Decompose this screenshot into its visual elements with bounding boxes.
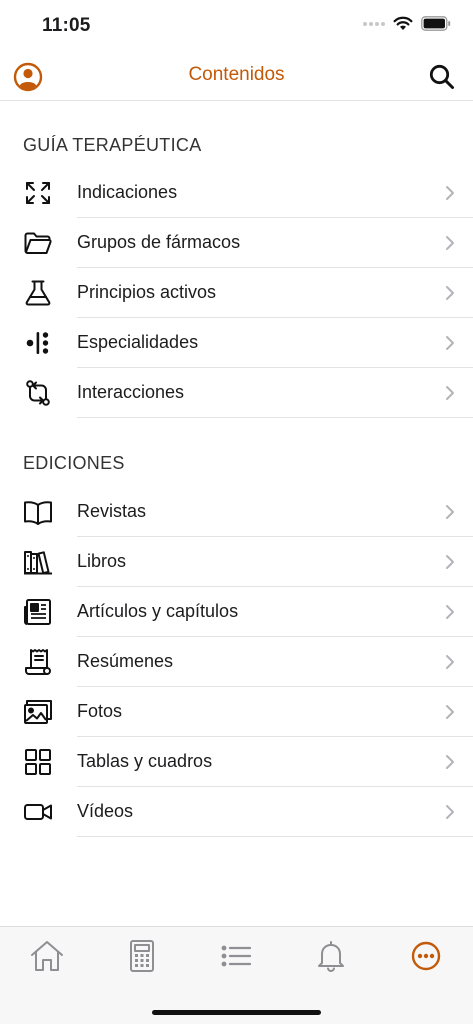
chevron-right-icon <box>446 755 454 769</box>
list-icon[interactable] <box>218 939 254 973</box>
list-item-label: Grupos de fármacos <box>77 232 241 252</box>
row-separator <box>77 836 473 837</box>
content-list: GUÍA TERAPÉUTICA Indicaciones Grupos de … <box>0 101 473 837</box>
more-icon[interactable] <box>408 939 444 973</box>
bell-icon[interactable] <box>313 939 349 973</box>
cellular-signal-icon <box>363 21 385 26</box>
list-item-label: Tablas y cuadros <box>77 751 213 771</box>
list-item-interacciones[interactable]: Interacciones <box>0 368 473 418</box>
chevron-right-icon <box>446 655 454 669</box>
section-header-ediciones: EDICIONES <box>23 453 125 473</box>
home-icon[interactable] <box>29 939 65 973</box>
list-item-label: Indicaciones <box>77 182 178 202</box>
newspaper-icon <box>24 599 51 625</box>
scroll-icon <box>25 649 51 675</box>
video-camera-icon <box>24 804 52 820</box>
list-item-label: Resúmenes <box>77 651 174 671</box>
chevron-right-icon <box>446 555 454 569</box>
chevron-right-icon <box>446 186 454 200</box>
flask-icon <box>25 280 51 306</box>
chevron-right-icon <box>446 286 454 300</box>
list-item-label: Libros <box>77 551 127 571</box>
calculator-icon[interactable] <box>124 939 160 973</box>
pills-dots-icon <box>26 332 49 354</box>
list-item-label: Fotos <box>77 701 123 721</box>
list-item-libros[interactable]: Libros <box>0 537 473 587</box>
interactions-icon <box>26 380 50 406</box>
list-item-label: Principios activos <box>77 282 217 302</box>
list-item-revistas[interactable]: Revistas <box>0 487 473 537</box>
chevron-right-icon <box>446 705 454 719</box>
status-time: 11:05 <box>42 15 91 36</box>
books-icon <box>24 551 52 575</box>
search-icon[interactable] <box>427 62 457 92</box>
photos-icon <box>24 700 52 724</box>
list-item-especialidades[interactable]: Especialidades <box>0 318 473 368</box>
list-item-principios-activos[interactable]: Principios activos <box>0 268 473 318</box>
list-item-videos[interactable]: Vídeos <box>0 787 473 837</box>
row-separator <box>77 417 473 418</box>
chevron-right-icon <box>446 505 454 519</box>
battery-icon <box>421 16 451 31</box>
list-item-grupos-farmacos[interactable]: Grupos de fármacos <box>0 218 473 268</box>
list-item-label: Interacciones <box>77 382 185 402</box>
chevron-right-icon <box>446 605 454 619</box>
open-book-icon <box>24 501 52 525</box>
section-header-guia-terapeutica: GUÍA TERAPÉUTICA <box>23 135 202 155</box>
status-icons <box>363 16 451 31</box>
list-item-indicaciones[interactable]: Indicaciones <box>0 168 473 218</box>
chevron-right-icon <box>446 805 454 819</box>
folder-icon <box>24 232 52 254</box>
list-item-label: Artículos y capítulos <box>77 601 239 621</box>
home-indicator <box>152 1010 321 1015</box>
chevron-right-icon <box>446 336 454 350</box>
navigation-bar: Contenidos <box>0 52 473 101</box>
list-guia-terapeutica: Indicaciones Grupos de fármacos Principi… <box>0 168 473 418</box>
status-bar: 11:05 <box>0 0 473 52</box>
page-title: Contenidos <box>188 64 285 85</box>
chevron-right-icon <box>446 386 454 400</box>
list-ediciones: Revistas Libros Artículos y capítulos Re… <box>0 487 473 837</box>
list-item-label: Especialidades <box>77 332 199 352</box>
expand-arrows-icon <box>26 182 50 204</box>
list-item-label: Vídeos <box>77 801 134 821</box>
list-item-fotos[interactable]: Fotos <box>0 687 473 737</box>
grid-icon <box>25 749 51 775</box>
chevron-right-icon <box>446 236 454 250</box>
list-item-articulos-capitulos[interactable]: Artículos y capítulos <box>0 587 473 637</box>
wifi-icon <box>393 16 413 30</box>
list-item-label: Revistas <box>77 501 147 521</box>
tab-bar <box>0 926 473 1024</box>
list-item-tablas-cuadros[interactable]: Tablas y cuadros <box>0 737 473 787</box>
list-item-resumenes[interactable]: Resúmenes <box>0 637 473 687</box>
